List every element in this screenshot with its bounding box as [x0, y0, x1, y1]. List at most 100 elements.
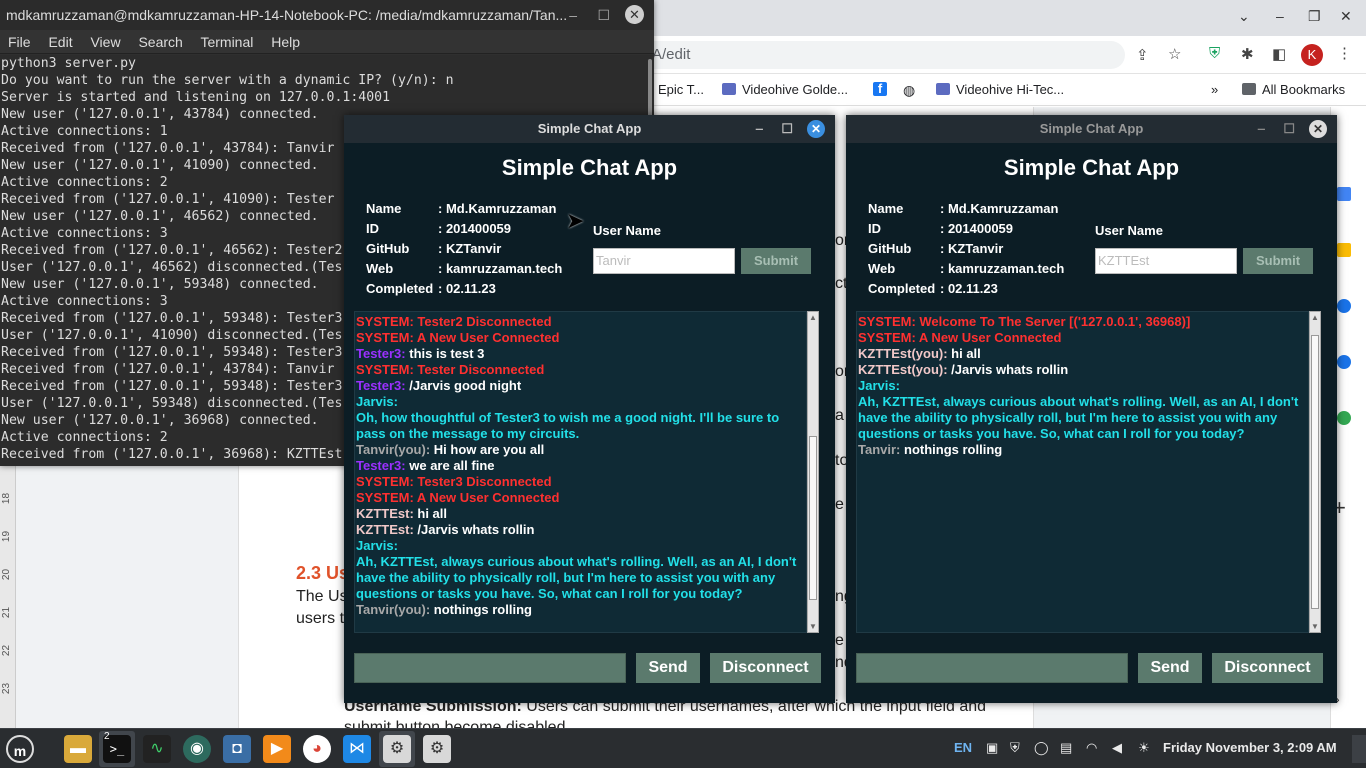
- chat-log[interactable]: SYSTEM: Tester2 Disconnected SYSTEM: A Ne…: [354, 311, 807, 633]
- scroll-down-icon[interactable]: ▼: [808, 621, 818, 632]
- message-input[interactable]: [354, 653, 626, 683]
- side-panel-icon[interactable]: ◧: [1272, 45, 1286, 63]
- volume-icon[interactable]: ◀: [1112, 740, 1122, 756]
- terminal-titlebar[interactable]: mdkamruzzaman@mdkamruzzaman-HP-14-Notebo…: [0, 0, 654, 30]
- shield-extension-icon[interactable]: ⛨: [1209, 45, 1220, 62]
- notes-icon[interactable]: ▤: [1060, 740, 1072, 756]
- scroll-up-icon[interactable]: ▲: [1310, 312, 1320, 323]
- minimize-icon[interactable]: ‒: [569, 0, 577, 30]
- close-icon[interactable]: ✕: [1340, 8, 1352, 25]
- keyboard-layout[interactable]: EN: [954, 740, 972, 755]
- message-sender: SYSTEM: Tester Disconnected: [356, 362, 545, 377]
- share-icon[interactable]: ⇪: [1136, 46, 1149, 64]
- calendar-icon[interactable]: [1337, 187, 1351, 201]
- bookmark-videohive-hitech[interactable]: Videohive Hi-Tec...: [936, 82, 1064, 97]
- bulb-icon[interactable]: ◯: [1034, 740, 1049, 756]
- menu-search[interactable]: Search: [138, 34, 182, 50]
- close-icon[interactable]: ✕: [807, 120, 825, 138]
- scroll-down-icon[interactable]: ▼: [1310, 621, 1320, 632]
- address-bar[interactable]: A/edit: [640, 41, 1125, 69]
- submit-button[interactable]: Submit: [1243, 248, 1313, 274]
- username-label: User Name: [593, 223, 661, 238]
- chat-window-tanvir[interactable]: Simple Chat App ‒ ☐ ✕ Simple Chat App Na…: [344, 115, 835, 703]
- chat-titlebar[interactable]: Simple Chat App ‒ ☐ ✕: [344, 115, 835, 143]
- scroll-up-icon[interactable]: ▲: [808, 312, 818, 323]
- clipboard-icon[interactable]: ▣: [986, 740, 998, 756]
- bookmark-label: Videohive Hi-Tec...: [956, 82, 1065, 97]
- menu-edit[interactable]: Edit: [48, 34, 72, 50]
- send-button[interactable]: Send: [1138, 653, 1202, 683]
- brightness-icon[interactable]: ☀: [1138, 740, 1150, 756]
- camera-icon[interactable]: ◘: [223, 735, 251, 763]
- message-sender: Jarvis:: [356, 538, 398, 553]
- doc-fragment: a: [835, 407, 844, 424]
- disconnect-button[interactable]: Disconnect: [1212, 653, 1323, 683]
- menu-icon[interactable]: ⋮: [1337, 44, 1352, 62]
- files-icon[interactable]: ▬: [64, 735, 92, 763]
- globe-icon[interactable]: ◍: [903, 82, 915, 99]
- close-icon[interactable]: ✕: [1309, 120, 1327, 138]
- maximize-icon[interactable]: ☐: [1283, 115, 1295, 143]
- close-icon[interactable]: ✕: [625, 5, 644, 24]
- chat-scrollbar[interactable]: ▲ ▼: [1309, 311, 1321, 633]
- tab-list-icon[interactable]: ⌄: [1238, 8, 1250, 25]
- profile-avatar[interactable]: K: [1301, 44, 1323, 66]
- chat-window-kzttest[interactable]: Simple Chat App ‒ ☐ ✕ Simple Chat App Na…: [846, 115, 1337, 703]
- chat-log[interactable]: SYSTEM: Welcome To The Server [('127.0.0…: [856, 311, 1309, 633]
- menu-file[interactable]: File: [8, 34, 31, 50]
- maps-icon[interactable]: [1337, 411, 1351, 425]
- message-text: Ah, KZTTEst, always curious about what's…: [858, 394, 1302, 441]
- shield-icon[interactable]: ⛨: [1010, 740, 1020, 756]
- scroll-thumb[interactable]: [648, 59, 652, 119]
- maximize-icon[interactable]: ☐: [597, 0, 610, 30]
- media-player-icon[interactable]: ▶: [263, 735, 291, 763]
- vscode-icon[interactable]: ⋈: [343, 735, 371, 763]
- send-button[interactable]: Send: [636, 653, 700, 683]
- submit-button[interactable]: Submit: [741, 248, 811, 274]
- contacts-icon[interactable]: [1337, 355, 1351, 369]
- minimize-icon[interactable]: ‒: [1276, 8, 1284, 24]
- disconnect-button[interactable]: Disconnect: [710, 653, 821, 683]
- chat-message: Tanvir(you): Hi how are you all: [356, 442, 806, 458]
- all-bookmarks[interactable]: All Bookmarks: [1242, 82, 1345, 97]
- show-desktop-button[interactable]: [1352, 735, 1366, 763]
- system-monitor-icon[interactable]: ∿: [143, 735, 171, 763]
- app-title: Simple Chat App: [501, 155, 678, 180]
- message-text: we are all fine: [409, 458, 495, 473]
- gitkraken-icon[interactable]: ◉: [183, 735, 211, 763]
- scroll-thumb[interactable]: [809, 436, 817, 601]
- message-text: this is test 3: [409, 346, 485, 361]
- minimize-icon[interactable]: ‒: [1258, 115, 1265, 143]
- maximize-icon[interactable]: ❐: [1308, 8, 1321, 25]
- chrome-icon[interactable]: ◕: [303, 735, 331, 763]
- scroll-thumb[interactable]: [1311, 334, 1319, 610]
- gear-icon[interactable]: ⚙: [383, 735, 411, 763]
- minimize-icon[interactable]: ‒: [756, 115, 763, 143]
- menu-view[interactable]: View: [90, 34, 120, 50]
- maximize-icon[interactable]: ☐: [781, 115, 793, 143]
- message-input[interactable]: [856, 653, 1128, 683]
- mint-menu-icon[interactable]: m: [6, 735, 34, 763]
- bookmarks-overflow-icon[interactable]: »: [1211, 82, 1218, 97]
- clock[interactable]: Friday November 3, 2:09 AM: [1163, 740, 1337, 755]
- tasks-icon[interactable]: [1337, 299, 1351, 313]
- menu-help[interactable]: Help: [271, 34, 300, 50]
- username-input[interactable]: KZTTEst: [1095, 248, 1237, 274]
- chat-scrollbar[interactable]: ▲ ▼: [807, 311, 819, 633]
- facebook-icon[interactable]: f: [873, 82, 887, 96]
- menu-terminal[interactable]: Terminal: [200, 34, 253, 50]
- info-key: Completed: [366, 281, 434, 296]
- chat-titlebar[interactable]: Simple Chat App ‒ ☐ ✕: [846, 115, 1337, 143]
- info-key: Web: [868, 261, 896, 276]
- wifi-icon[interactable]: ◠: [1086, 740, 1097, 756]
- bookmark-videohive-golden[interactable]: Videohive Golde...: [722, 82, 848, 97]
- extensions-icon[interactable]: ✱: [1241, 45, 1254, 63]
- author-info: Name: Md.Kamruzzaman ID: 201400059 GitHu…: [366, 199, 562, 299]
- info-key: ID: [868, 221, 881, 236]
- chat-message: SYSTEM: Tester3 Disconnected: [356, 474, 806, 490]
- gear-icon[interactable]: ⚙: [423, 735, 451, 763]
- username-input[interactable]: Tanvir: [593, 248, 735, 274]
- bookmark-epic[interactable]: Epic T...: [658, 82, 704, 97]
- star-icon[interactable]: ☆: [1168, 45, 1181, 63]
- keep-icon[interactable]: [1337, 243, 1351, 257]
